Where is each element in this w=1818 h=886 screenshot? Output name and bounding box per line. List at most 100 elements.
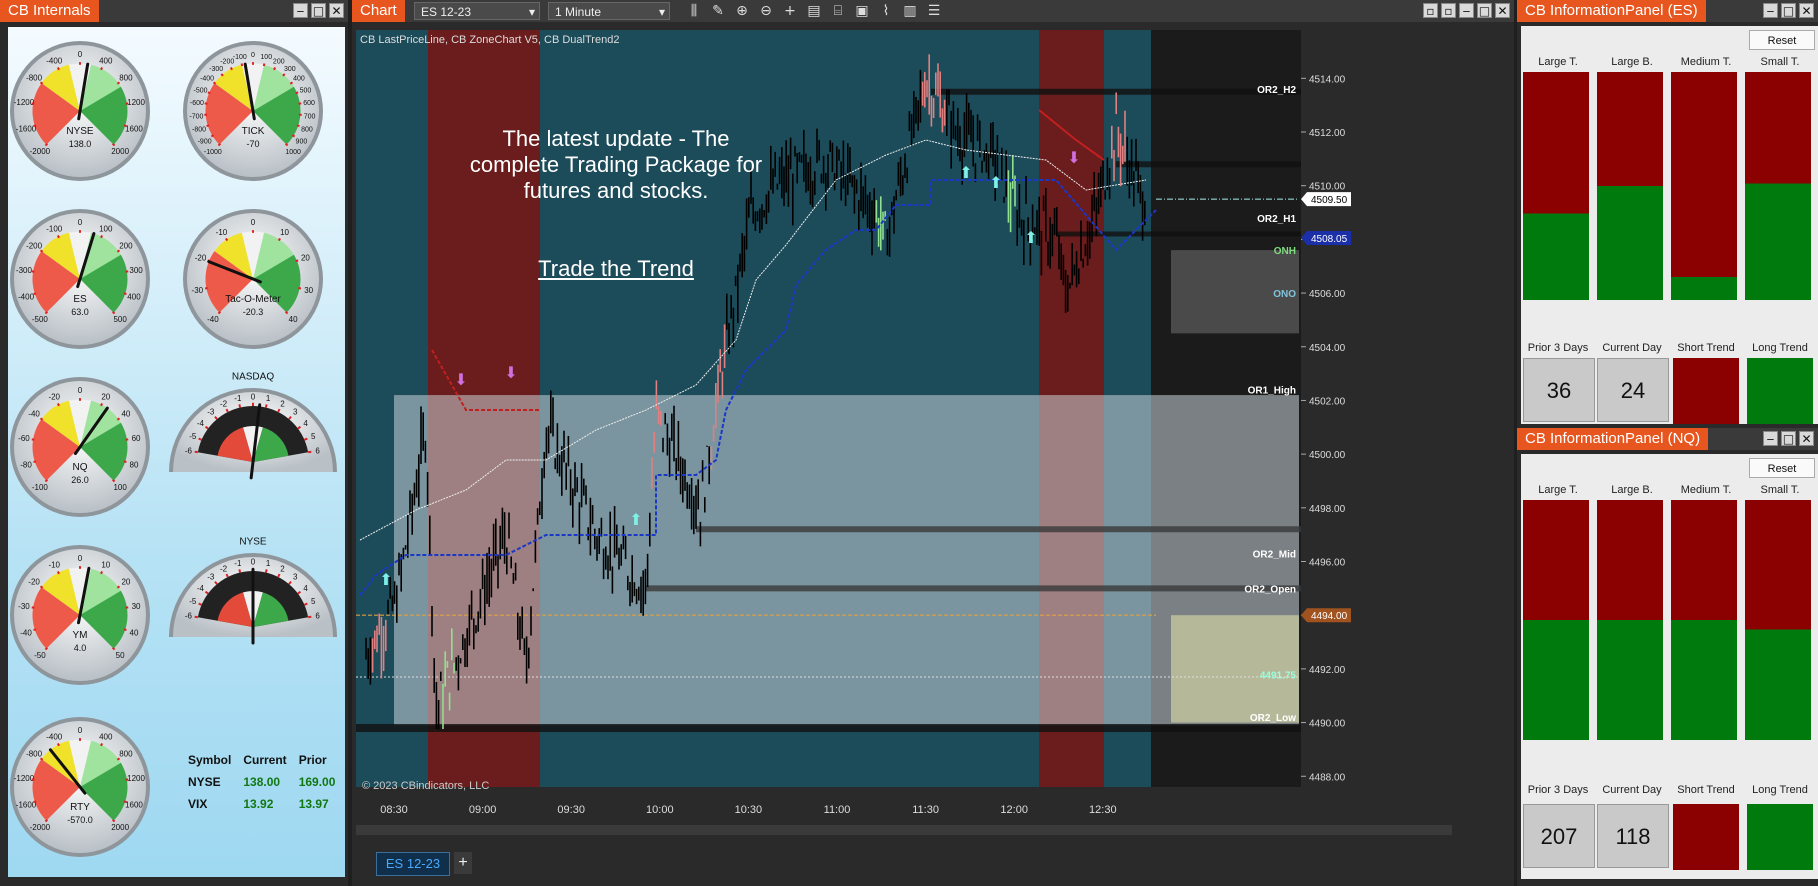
current-cell: 13.92 bbox=[243, 797, 274, 811]
gauge-tick-label: 30 bbox=[132, 602, 141, 611]
instrument-select[interactable]: ES 12-23 ▾ bbox=[414, 2, 540, 20]
info-panel-title: CB InformationPanel (NQ) bbox=[1517, 428, 1709, 450]
gauge-tick-label: 40 bbox=[121, 410, 130, 419]
maximize-icon[interactable]: □ bbox=[1781, 3, 1796, 18]
gauge-tick-label: 400 bbox=[99, 732, 113, 741]
internals-titlebar[interactable]: CB Internals ‒ □ ✕ bbox=[0, 0, 348, 22]
trade-the-trend-link[interactable]: Trade the Trend bbox=[426, 256, 806, 282]
templates-icon[interactable]: ⌸ bbox=[830, 3, 846, 19]
minimize-icon[interactable]: ‒ bbox=[1763, 3, 1778, 18]
close-icon[interactable]: ✕ bbox=[1799, 3, 1814, 18]
x-tick-label: 11:30 bbox=[912, 804, 939, 816]
gauge-tick-label: -10 bbox=[48, 560, 60, 569]
maximize-icon[interactable]: □ bbox=[1477, 3, 1492, 18]
minimize-icon[interactable]: ‒ bbox=[1763, 431, 1778, 446]
interval-select[interactable]: 1 Minute ▾ bbox=[548, 2, 670, 20]
gauge-tac-o-meter: -40 -30 -20 -10 0 10 20 30 40 Tac-O-Meter -20.3 bbox=[183, 209, 323, 349]
chart-plot[interactable]: ⬆ ⬆ ⬆ ⬆ ⬆ ⬇ ⬇ ⬇ OR2_H2 OR2_H1 ONH ONO OR1_High OR2_Mi… bbox=[356, 30, 1512, 837]
indicators-icon[interactable]: ⌇ bbox=[878, 3, 894, 19]
info-panel-titlebar[interactable]: CB InformationPanel (ES) ‒ □ ✕ bbox=[1517, 0, 1818, 22]
y-tick-label: 4498.00 bbox=[1309, 504, 1346, 515]
gauge-tick-label: 0 bbox=[78, 554, 83, 563]
level-label: OR2_H2 bbox=[1257, 85, 1296, 96]
gauge-value: -20.3 bbox=[243, 307, 264, 317]
bars-icon[interactable]: ⫼ bbox=[686, 3, 702, 19]
y-tick-label: 4510.00 bbox=[1309, 182, 1346, 193]
maximize-icon[interactable]: □ bbox=[1781, 431, 1796, 446]
zoom-in-icon[interactable]: ⊕ bbox=[734, 3, 750, 19]
strength-bar bbox=[1671, 72, 1737, 300]
table-header: Symbol bbox=[188, 753, 232, 767]
list-icon[interactable]: ☰ bbox=[926, 3, 942, 19]
table-row: NYSE 138.00 169.00 bbox=[182, 771, 341, 793]
gauge-tick-label: -3 bbox=[207, 408, 215, 417]
gauge-name: ES bbox=[73, 294, 87, 305]
prior-cell: 13.97 bbox=[298, 797, 329, 811]
minimize-icon[interactable]: ‒ bbox=[1459, 3, 1474, 18]
gauge-tick-label: -800 bbox=[26, 74, 43, 83]
gauge-tick-label: -100 bbox=[233, 54, 247, 61]
gauge-tick-label: 40 bbox=[289, 315, 298, 324]
price-marker-label: 4494.00 bbox=[1311, 611, 1348, 622]
tile2-icon[interactable]: ▫ bbox=[1441, 3, 1456, 18]
gauge-tick-label: -20 bbox=[195, 253, 207, 262]
indicator-list: CB LastPriceLine, CB ZoneChart V5, CB Du… bbox=[360, 34, 620, 46]
add-tab-icon[interactable]: + bbox=[454, 852, 472, 874]
gauge-tick-label: 300 bbox=[129, 266, 143, 275]
gauge-name: RTY bbox=[70, 802, 90, 813]
info-panel-titlebar[interactable]: CB InformationPanel (NQ) ‒ □ ✕ bbox=[1517, 428, 1818, 450]
tile-icon[interactable]: ▫ bbox=[1423, 3, 1438, 18]
gauge-tick-label: -6 bbox=[185, 612, 193, 621]
info-panel-body: Reset Large T. Large B. Medium T. Small … bbox=[1521, 454, 1818, 879]
y-tick-label: 4500.00 bbox=[1309, 450, 1346, 461]
gauge-tick-label: 6 bbox=[315, 447, 320, 456]
gauge-tick-label: -40 bbox=[28, 410, 40, 419]
level-label: OR2_Low bbox=[1250, 713, 1296, 724]
chart-window: Chart ES 12-23 ▾ 1 Minute ▾ ⫼ ✎ ⊕ ⊖ + ▤ ⌸ … bbox=[352, 0, 1514, 886]
gauge-value: 26.0 bbox=[71, 475, 89, 485]
gauge-tick-label: -500 bbox=[194, 87, 208, 94]
down-arrow-icon: ⬇ bbox=[1067, 148, 1080, 167]
gauge-tick-label: -5 bbox=[189, 597, 197, 606]
row-label: Long Trend bbox=[1752, 342, 1808, 354]
properties-icon[interactable]: ▤ bbox=[806, 3, 822, 19]
x-tick-label: 12:30 bbox=[1089, 804, 1117, 816]
up-arrow-icon: ⬆ bbox=[989, 173, 1002, 192]
data-box-icon[interactable]: ▥ bbox=[902, 3, 918, 19]
zoom-out-icon[interactable]: ⊖ bbox=[758, 3, 774, 19]
gauge-tick-label: 100 bbox=[99, 224, 113, 233]
strength-bar bbox=[1745, 72, 1811, 300]
scrollbar[interactable] bbox=[356, 825, 1452, 835]
y-axis bbox=[1301, 30, 1512, 807]
gauge-tick-label: -600 bbox=[190, 100, 204, 107]
gauge-tick-label: 400 bbox=[293, 76, 305, 83]
gauge-tick-label: 0 bbox=[78, 218, 83, 227]
gauge-tick-label: 800 bbox=[301, 127, 313, 134]
internals-title: CB Internals bbox=[0, 0, 99, 22]
close-icon[interactable]: ✕ bbox=[1495, 3, 1510, 18]
strategies-icon[interactable]: ▣ bbox=[854, 3, 870, 19]
maximize-icon[interactable]: □ bbox=[311, 3, 326, 18]
reset-button[interactable]: Reset bbox=[1749, 30, 1815, 50]
pencil-icon[interactable]: ✎ bbox=[710, 3, 726, 19]
gauge-tick-label: -1200 bbox=[14, 774, 35, 783]
gauge-tick-label: 2 bbox=[280, 399, 285, 408]
gauge-tick-label: -4 bbox=[197, 419, 205, 428]
gauge-name: Tac-O-Meter bbox=[225, 294, 281, 305]
reset-button[interactable]: Reset bbox=[1749, 458, 1815, 478]
close-icon[interactable]: ✕ bbox=[1799, 431, 1814, 446]
prior-3-days-value: 207 bbox=[1523, 804, 1595, 868]
gauge-tick-label: 80 bbox=[130, 461, 139, 470]
current-day-value: 118 bbox=[1597, 804, 1669, 868]
tab-es-12-23[interactable]: ES 12-23 bbox=[376, 852, 450, 876]
info-panel-body: Reset Large T. Large B. Medium T. Small … bbox=[1521, 26, 1818, 424]
crosshair-icon[interactable]: + bbox=[782, 3, 798, 19]
y-tick-label: 4514.00 bbox=[1309, 74, 1346, 85]
chart-titlebar[interactable]: Chart ES 12-23 ▾ 1 Minute ▾ ⫼ ✎ ⊕ ⊖ + ▤ ⌸ … bbox=[352, 0, 1514, 22]
close-icon[interactable]: ✕ bbox=[329, 3, 344, 18]
copyright-text: © 2023 CBindicators, LLC bbox=[362, 780, 490, 792]
column-header: Small T. bbox=[1760, 484, 1800, 496]
gauge-tick-label: 5 bbox=[311, 597, 316, 606]
minimize-icon[interactable]: ‒ bbox=[293, 3, 308, 18]
gauge-es: -500 -400 -300 -200-100 0 100 200 300 400 500 ES 63… bbox=[10, 209, 150, 349]
